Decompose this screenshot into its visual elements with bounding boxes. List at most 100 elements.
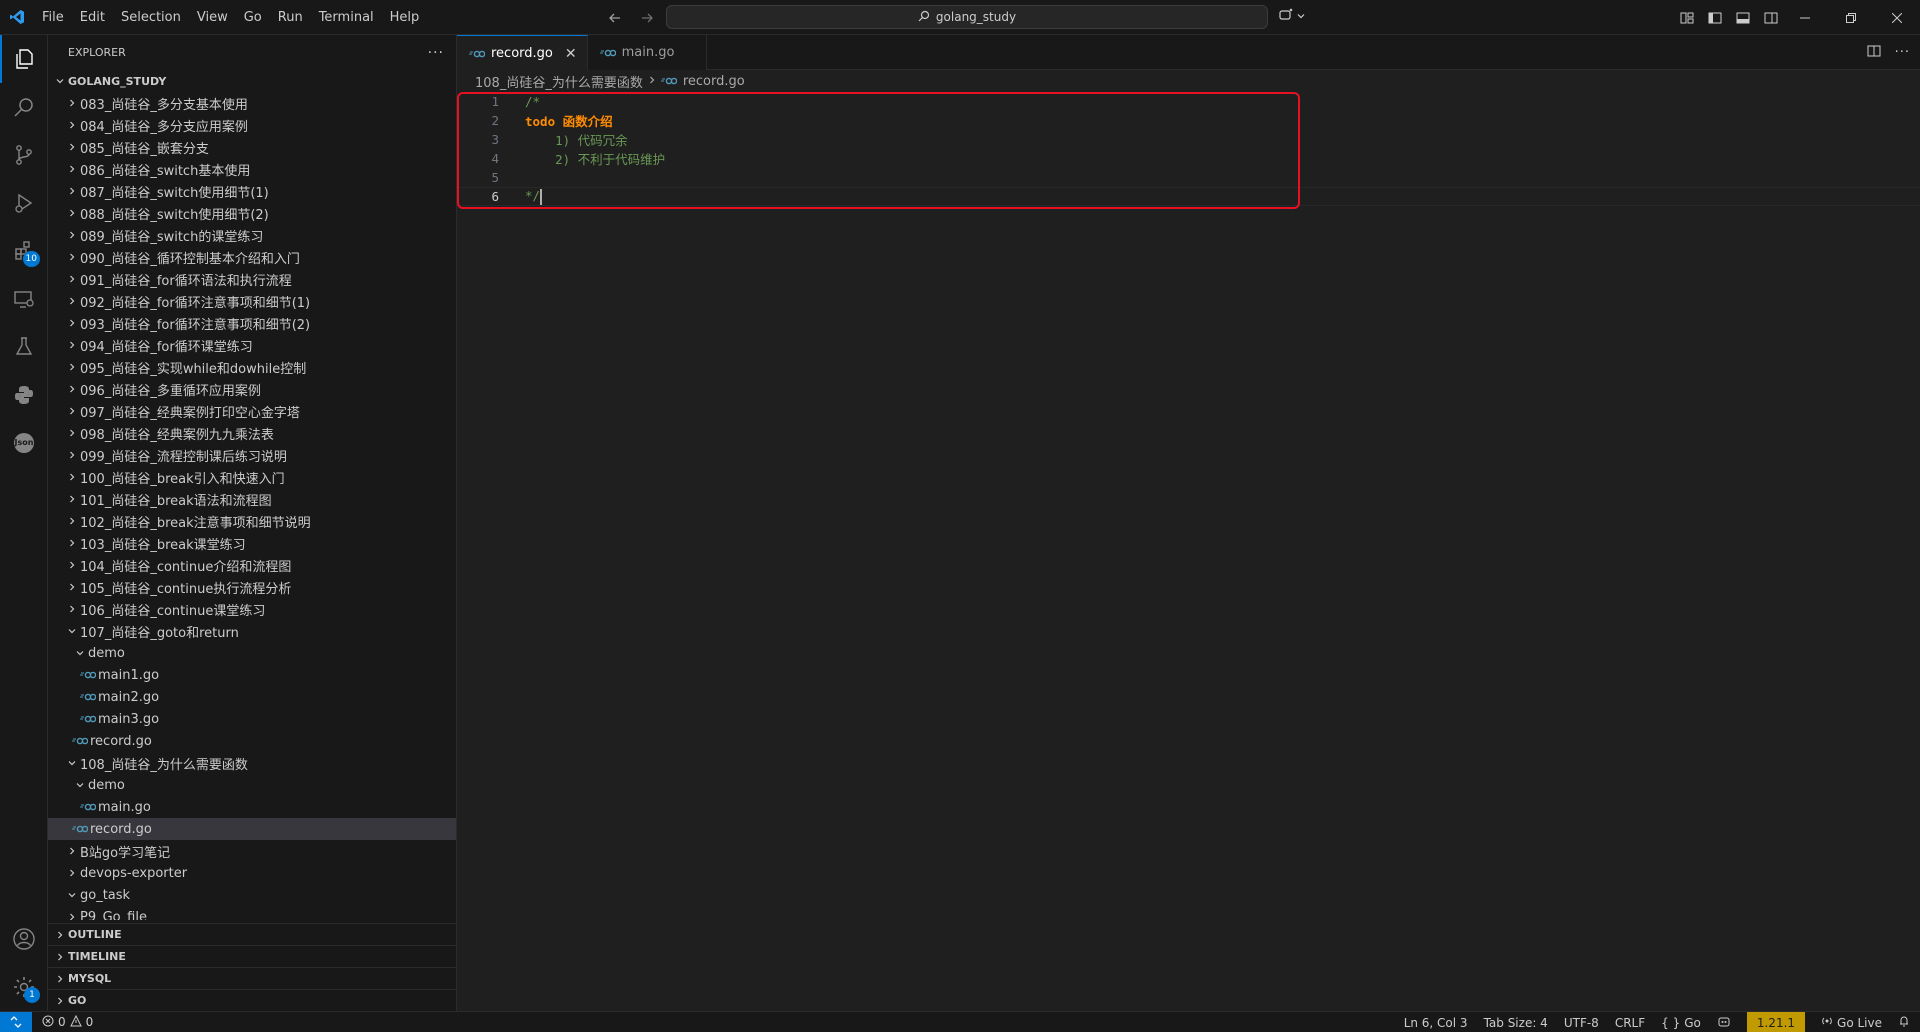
editor-tab[interactable]: main.go <box>587 35 708 70</box>
editor-tab[interactable]: record.go ✕ <box>457 35 588 71</box>
tree-folder[interactable]: 107_尚硅谷_goto和return <box>48 620 456 642</box>
menu-item-run[interactable]: Run <box>270 0 311 35</box>
tree-folder[interactable]: 105_尚硅谷_continue执行流程分析 <box>48 576 456 598</box>
tree-file[interactable]: record.go <box>48 730 456 752</box>
code-editor[interactable]: 1/* 2 todo 函数介绍 3 1) 代码冗余 4 2) 不利于代码维护 5 6 */ <box>457 92 1920 206</box>
tree-file[interactable]: main1.go <box>48 664 456 686</box>
back-arrow-icon[interactable] <box>604 7 626 29</box>
tree-folder[interactable]: 098_尚硅谷_经典案例九九乘法表 <box>48 422 456 444</box>
tree-folder[interactable]: B站go学习笔记 <box>48 840 456 862</box>
source-control-icon[interactable] <box>0 131 48 179</box>
customize-layout-icon[interactable] <box>1676 7 1698 29</box>
tree-folder[interactable]: 104_尚硅谷_continue介绍和流程图 <box>48 554 456 576</box>
tree-folder[interactable]: demo <box>48 642 456 664</box>
chevron-right-icon <box>64 604 80 614</box>
language-mode[interactable]: { } Go <box>1661 1016 1701 1030</box>
close-tab-icon[interactable]: ✕ <box>565 46 577 62</box>
remote-indicator-icon[interactable] <box>0 1011 32 1032</box>
more-actions-icon[interactable]: ··· <box>1895 45 1910 60</box>
notifications-bell-icon[interactable] <box>1898 1015 1910 1030</box>
run-debug-icon[interactable] <box>0 179 48 227</box>
more-actions-icon[interactable]: ··· <box>428 45 444 61</box>
file-encoding[interactable]: UTF-8 <box>1564 1016 1599 1030</box>
tree-folder[interactable]: 089_尚硅谷_switch的课堂练习 <box>48 224 456 246</box>
tree-folder[interactable]: 097_尚硅谷_经典案例打印空心金字塔 <box>48 400 456 422</box>
menu-item-view[interactable]: View <box>189 0 236 35</box>
toggle-primary-sidebar-icon[interactable] <box>1704 7 1726 29</box>
tree-folder[interactable]: 096_尚硅谷_多重循环应用案例 <box>48 378 456 400</box>
toggle-secondary-sidebar-icon[interactable] <box>1760 7 1782 29</box>
settings-gear-icon[interactable]: 1 <box>0 963 48 1011</box>
tree-folder[interactable]: devops-exporter <box>48 862 456 884</box>
tree-folder[interactable]: 106_尚硅谷_continue课堂练习 <box>48 598 456 620</box>
explorer-icon[interactable] <box>0 35 48 83</box>
minimize-icon[interactable] <box>1782 0 1828 35</box>
section-outline[interactable]: OUTLINE <box>48 923 456 945</box>
cursor-position[interactable]: Ln 6, Col 3 <box>1404 1016 1468 1030</box>
end-of-line[interactable]: CRLF <box>1615 1016 1645 1030</box>
tree-folder[interactable]: 103_尚硅谷_break课堂练习 <box>48 532 456 554</box>
menu-item-go[interactable]: Go <box>236 0 270 35</box>
search-view-icon[interactable] <box>0 83 48 131</box>
tree-file[interactable]: record.go <box>48 818 456 840</box>
tree-file[interactable]: main3.go <box>48 708 456 730</box>
toggle-panel-icon[interactable] <box>1732 7 1754 29</box>
menu-item-help[interactable]: Help <box>382 0 428 35</box>
tree-folder[interactable]: 085_尚硅谷_嵌套分支 <box>48 136 456 158</box>
command-center-search[interactable]: golang_study <box>666 5 1268 29</box>
forward-arrow-icon[interactable] <box>636 7 658 29</box>
tree-folder[interactable]: 086_尚硅谷_switch基本使用 <box>48 158 456 180</box>
tree-file[interactable]: main2.go <box>48 686 456 708</box>
menu-item-terminal[interactable]: Terminal <box>311 0 382 35</box>
tree-folder[interactable]: 108_尚硅谷_为什么需要函数 <box>48 752 456 774</box>
section-go[interactable]: GO <box>48 989 456 1011</box>
tree-folder[interactable]: 090_尚硅谷_循环控制基本介绍和入门 <box>48 246 456 268</box>
tree-folder[interactable]: 091_尚硅谷_for循环语法和执行流程 <box>48 268 456 290</box>
tab-size[interactable]: Tab Size: 4 <box>1484 1016 1548 1030</box>
tree-folder[interactable]: 101_尚硅谷_break语法和流程图 <box>48 488 456 510</box>
section-timeline[interactable]: TIMELINE <box>48 945 456 967</box>
restore-icon[interactable] <box>1828 0 1874 35</box>
menu-item-edit[interactable]: Edit <box>72 0 113 35</box>
tree-folder[interactable]: 100_尚硅谷_break引入和快速入门 <box>48 466 456 488</box>
tree-folder[interactable]: 095_尚硅谷_实现while和dowhile控制 <box>48 356 456 378</box>
tree-folder[interactable]: go_task <box>48 884 456 906</box>
tree-item-label: 096_尚硅谷_多重循环应用案例 <box>80 383 261 399</box>
tree-folder[interactable]: 099_尚硅谷_流程控制课后练习说明 <box>48 444 456 466</box>
go-file-icon <box>72 824 88 834</box>
tree-folder[interactable]: 084_尚硅谷_多分支应用案例 <box>48 114 456 136</box>
code-text: todo 函数介绍 <box>501 111 613 130</box>
tree-folder[interactable]: 083_尚硅谷_多分支基本使用 <box>48 92 456 114</box>
breadcrumb-folder[interactable]: 108_尚硅谷_为什么需要函数 <box>475 72 643 91</box>
copilot-button[interactable] <box>1278 6 1306 28</box>
tree-item-label: 093_尚硅谷_for循环注意事项和细节(2) <box>80 317 311 333</box>
tree-folder[interactable]: 087_尚硅谷_switch使用细节(1) <box>48 180 456 202</box>
tree-folder[interactable]: 093_尚硅谷_for循环注意事项和细节(2) <box>48 312 456 334</box>
tree-folder[interactable]: 092_尚硅谷_for循环注意事项和细节(1) <box>48 290 456 312</box>
problems-indicator[interactable]: 0 0 <box>32 1014 93 1030</box>
go-version-badge[interactable]: 1.21.1 <box>1746 1012 1806 1032</box>
tree-item-label: main.go <box>98 799 151 815</box>
python-icon[interactable] <box>0 371 48 419</box>
menu-item-file[interactable]: File <box>34 0 72 35</box>
tree-folder[interactable]: 094_尚硅谷_for循环课堂练习 <box>48 334 456 356</box>
json-icon[interactable]: Json <box>0 419 48 467</box>
tree-folder[interactable]: 088_尚硅谷_switch使用细节(2) <box>48 202 456 224</box>
account-icon[interactable] <box>0 915 48 963</box>
remote-explorer-icon[interactable] <box>0 275 48 323</box>
menu-item-selection[interactable]: Selection <box>113 0 189 35</box>
breadcrumb-file[interactable]: record.go <box>683 74 745 89</box>
workspace-root[interactable]: GOLANG_STUDY <box>48 70 456 92</box>
split-editor-icon[interactable] <box>1867 44 1881 62</box>
extensions-icon[interactable]: 10 <box>0 227 48 275</box>
section-mysql[interactable]: MYSQL <box>48 967 456 989</box>
copilot-status-icon[interactable] <box>1717 1014 1731 1031</box>
tree-item-label: 099_尚硅谷_流程控制课后练习说明 <box>80 449 287 465</box>
testing-flask-icon[interactable] <box>0 323 48 371</box>
tree-folder[interactable]: demo <box>48 774 456 796</box>
tree-folder[interactable]: 102_尚硅谷_break注意事项和细节说明 <box>48 510 456 532</box>
tree-folder[interactable]: P9_Go_file <box>48 906 456 920</box>
tree-file[interactable]: main.go <box>48 796 456 818</box>
go-live-button[interactable]: Go Live <box>1821 1015 1882 1030</box>
close-window-icon[interactable] <box>1874 0 1920 35</box>
